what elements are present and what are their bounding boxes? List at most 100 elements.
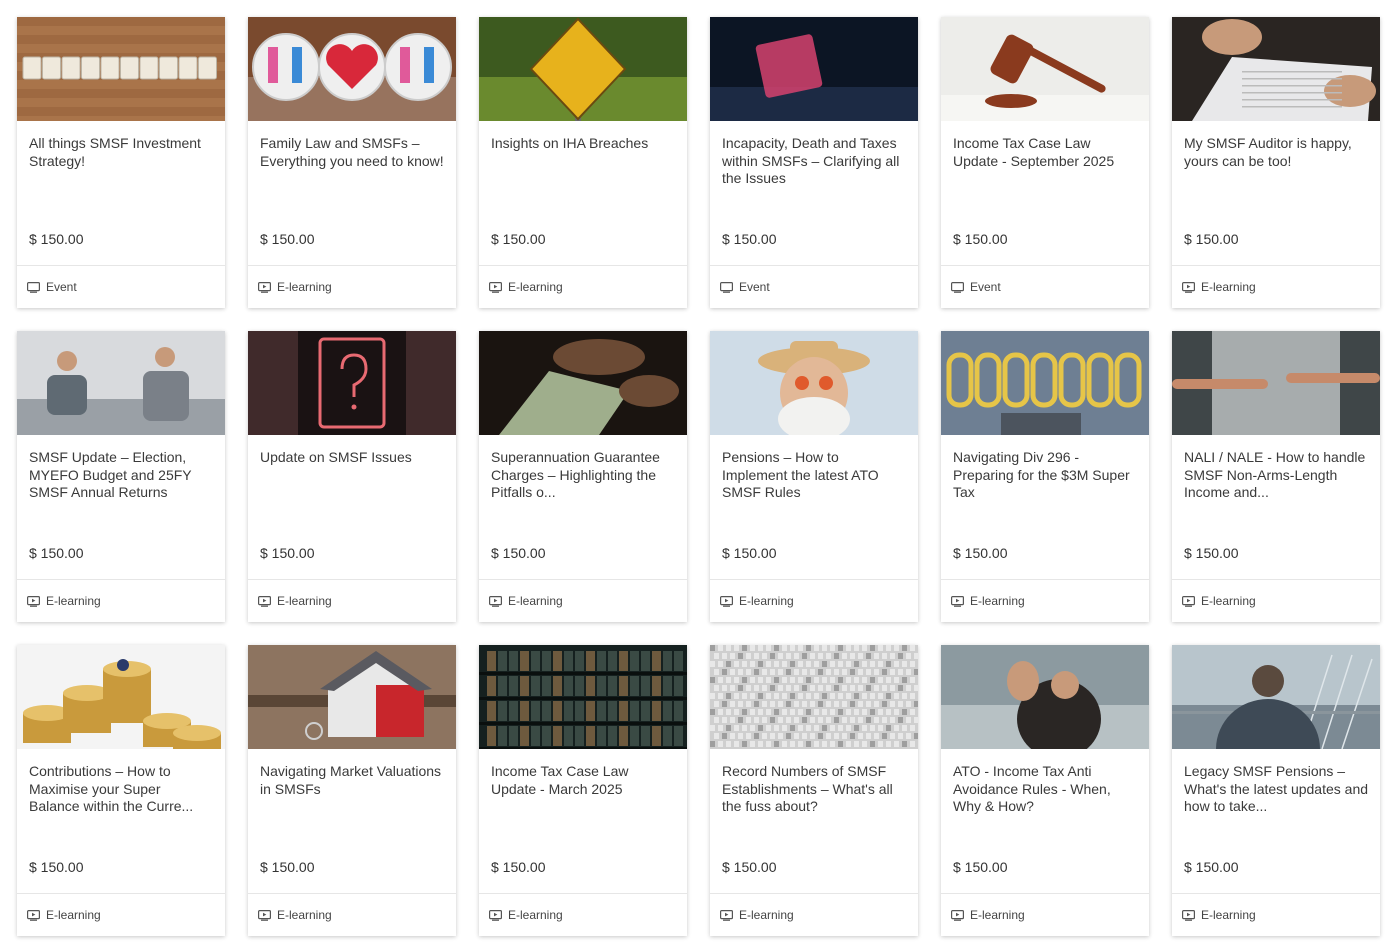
course-image[interactable] — [1172, 331, 1380, 435]
course-image[interactable] — [17, 645, 225, 749]
course-type: E-learning — [1172, 894, 1380, 936]
course-title[interactable]: Legacy SMSF Pensions – What's the latest… — [1184, 763, 1368, 816]
course-title[interactable]: NALI / NALE - How to handle SMSF Non-Arm… — [1184, 449, 1368, 502]
course-card[interactable]: Family Law and SMSFs – Everything you ne… — [248, 17, 456, 308]
course-title[interactable]: Contributions – How to Maximise your Sup… — [29, 763, 213, 816]
course-image[interactable] — [248, 645, 456, 749]
course-type-label: E-learning — [277, 594, 332, 608]
course-card[interactable]: Superannuation Guarantee Charges – Highl… — [479, 331, 687, 622]
course-image[interactable] — [710, 331, 918, 435]
course-image[interactable] — [710, 17, 918, 121]
course-image-gavel — [941, 17, 1149, 121]
course-type: E-learning — [17, 894, 225, 936]
course-image[interactable] — [941, 331, 1149, 435]
course-image[interactable] — [1172, 645, 1380, 749]
course-price: $ 150.00 — [1184, 545, 1239, 561]
course-image[interactable] — [479, 331, 687, 435]
play-screen-icon — [1182, 595, 1195, 607]
course-image[interactable] — [710, 645, 918, 749]
course-type-label: E-learning — [508, 280, 563, 294]
course-title[interactable]: ATO - Income Tax Anti Avoidance Rules - … — [953, 763, 1137, 816]
course-type-label: E-learning — [508, 594, 563, 608]
course-image-man-bridge-river — [1172, 645, 1380, 749]
course-type: Event — [17, 266, 225, 308]
course-info: Income Tax Case Law Update - March 2025 $… — [479, 749, 687, 894]
course-image-exit-neon-sign — [710, 17, 918, 121]
course-image-investment-tiles — [17, 17, 225, 121]
course-title[interactable]: Navigating Market Valuations in SMSFs — [260, 763, 444, 798]
play-screen-icon — [489, 595, 502, 607]
course-title[interactable]: Income Tax Case Law Update - March 2025 — [491, 763, 675, 798]
course-price: $ 150.00 — [260, 545, 315, 561]
course-title[interactable]: Incapacity, Death and Taxes within SMSFs… — [722, 135, 906, 188]
course-title[interactable]: My SMSF Auditor is happy, yours can be t… — [1184, 135, 1368, 170]
course-title[interactable]: Pensions – How to Implement the latest A… — [722, 449, 906, 502]
course-type-label: E-learning — [46, 594, 101, 608]
course-type: E-learning — [479, 266, 687, 308]
course-card[interactable]: Insights on IHA Breaches $ 150.00 E-learni… — [479, 17, 687, 308]
course-image[interactable] — [1172, 17, 1380, 121]
course-image[interactable] — [479, 645, 687, 749]
course-type: E-learning — [710, 894, 918, 936]
course-image[interactable] — [17, 331, 225, 435]
course-title[interactable]: Update on SMSF Issues — [260, 449, 444, 467]
course-price: $ 150.00 — [491, 231, 546, 247]
course-card[interactable]: My SMSF Auditor is happy, yours can be t… — [1172, 17, 1380, 308]
course-type-label: E-learning — [1201, 594, 1256, 608]
course-card[interactable]: Navigating Market Valuations in SMSFs $ 1… — [248, 645, 456, 936]
course-title[interactable]: Record Numbers of SMSF Establishments – … — [722, 763, 906, 816]
course-info: Incapacity, Death and Taxes within SMSFs… — [710, 121, 918, 266]
course-image[interactable] — [479, 17, 687, 121]
course-price: $ 150.00 — [491, 859, 546, 875]
course-type-label: E-learning — [970, 594, 1025, 608]
course-title[interactable]: Insights on IHA Breaches — [491, 135, 675, 153]
course-card[interactable]: Update on SMSF Issues $ 150.00 E-learning — [248, 331, 456, 622]
course-type: E-learning — [479, 580, 687, 622]
course-info: Pensions – How to Implement the latest A… — [710, 435, 918, 580]
play-screen-icon — [720, 595, 733, 607]
course-price: $ 150.00 — [722, 231, 777, 247]
course-image[interactable] — [941, 645, 1149, 749]
course-image[interactable] — [941, 17, 1149, 121]
course-price: $ 150.00 — [29, 859, 84, 875]
course-type: E-learning — [17, 580, 225, 622]
course-image-caution-wall-paint — [941, 331, 1149, 435]
course-type-label: E-learning — [1201, 908, 1256, 922]
play-screen-icon — [258, 595, 271, 607]
course-type: E-learning — [941, 580, 1149, 622]
course-image[interactable] — [17, 17, 225, 121]
play-screen-icon — [489, 909, 502, 921]
course-image[interactable] — [248, 331, 456, 435]
course-type-label: E-learning — [970, 908, 1025, 922]
course-info: Navigating Div 296 - Preparing for the $… — [941, 435, 1149, 580]
course-title[interactable]: Income Tax Case Law Update - September 2… — [953, 135, 1137, 170]
course-card[interactable]: Income Tax Case Law Update - March 2025 $… — [479, 645, 687, 936]
course-title[interactable]: Family Law and SMSFs – Everything you ne… — [260, 135, 444, 170]
course-card[interactable]: NALI / NALE - How to handle SMSF Non-Arm… — [1172, 331, 1380, 622]
course-card[interactable]: Record Numbers of SMSF Establishments – … — [710, 645, 918, 936]
course-card[interactable]: Legacy SMSF Pensions – What's the latest… — [1172, 645, 1380, 936]
play-screen-icon — [489, 281, 502, 293]
course-card[interactable]: Income Tax Case Law Update - September 2… — [941, 17, 1149, 308]
course-title[interactable]: SMSF Update – Election, MYEFO Budget and… — [29, 449, 213, 502]
play-screen-icon — [951, 595, 964, 607]
course-card[interactable]: Navigating Div 296 - Preparing for the $… — [941, 331, 1149, 622]
course-image[interactable] — [248, 17, 456, 121]
course-type-label: E-learning — [739, 908, 794, 922]
course-image-old-man-hat — [710, 331, 918, 435]
course-type-label: E-learning — [1201, 280, 1256, 294]
course-card[interactable]: All things SMSF Investment Strategy! $ 15… — [17, 17, 225, 308]
course-title[interactable]: All things SMSF Investment Strategy! — [29, 135, 213, 170]
course-info: Navigating Market Valuations in SMSFs $ 1… — [248, 749, 456, 894]
course-image-house-keys — [248, 645, 456, 749]
course-card[interactable]: ATO - Income Tax Anti Avoidance Rules - … — [941, 645, 1149, 936]
course-price: $ 150.00 — [260, 859, 315, 875]
course-card[interactable]: Incapacity, Death and Taxes within SMSFs… — [710, 17, 918, 308]
course-card[interactable]: Pensions – How to Implement the latest A… — [710, 331, 918, 622]
course-card[interactable]: Contributions – How to Maximise your Sup… — [17, 645, 225, 936]
course-title[interactable]: Navigating Div 296 - Preparing for the $… — [953, 449, 1137, 502]
course-type: E-learning — [941, 894, 1149, 936]
course-type: Event — [710, 266, 918, 308]
course-card[interactable]: SMSF Update – Election, MYEFO Budget and… — [17, 331, 225, 622]
course-title[interactable]: Superannuation Guarantee Charges – Highl… — [491, 449, 675, 502]
